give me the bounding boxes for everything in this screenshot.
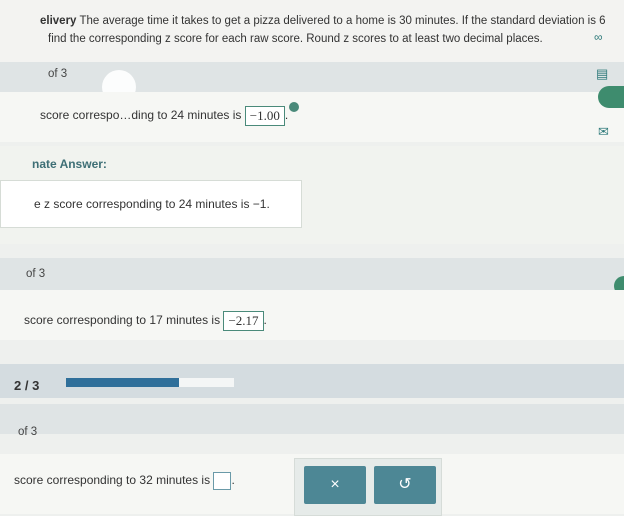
mail-icon[interactable]: ✉ bbox=[598, 124, 609, 140]
part2-answer-box[interactable]: −2.17 bbox=[223, 311, 264, 331]
part2-question: score corresponding to 17 minutes is −2.… bbox=[24, 311, 267, 331]
problem-statement: elivery The average time it takes to get… bbox=[0, 0, 624, 62]
part3-answer-input[interactable] bbox=[213, 472, 232, 490]
clipboard-icon[interactable]: ▤ bbox=[596, 66, 608, 82]
progress-fill bbox=[66, 378, 179, 387]
part1-answer-box[interactable]: −1.00 bbox=[244, 106, 285, 126]
undo-button[interactable]: ↺ bbox=[374, 466, 436, 504]
part3-label: of 3 bbox=[18, 426, 38, 438]
part3-header bbox=[0, 404, 624, 434]
problem-text-line2: find the corresponding z score for each … bbox=[48, 33, 543, 45]
alternate-text: e z score corresponding to 24 minutes is… bbox=[34, 197, 270, 211]
part3-question: score corresponding to 32 minutes is . bbox=[14, 472, 235, 490]
clear-button[interactable]: × bbox=[304, 466, 366, 504]
part1-question: score correspo…ding to 24 minutes is −1.… bbox=[40, 106, 288, 126]
progress-text: 2 / 3 bbox=[14, 378, 40, 393]
part2-label: of 3 bbox=[26, 268, 46, 280]
problem-text-line1: The average time it takes to get a pizza… bbox=[79, 15, 606, 27]
infinity-icon[interactable]: ∞ bbox=[594, 30, 603, 44]
check-icon bbox=[598, 86, 624, 108]
part2-statement: score corresponding to 17 minutes is bbox=[24, 313, 221, 328]
part1-header bbox=[0, 62, 624, 92]
alternate-heading: nate Answer: bbox=[32, 157, 107, 171]
progress-track bbox=[66, 378, 234, 387]
part2-header bbox=[0, 258, 624, 290]
part1-statement: score correspo…ding to 24 minutes is bbox=[40, 108, 242, 123]
problem-title: elivery bbox=[40, 15, 77, 27]
edit-badge-icon[interactable] bbox=[289, 102, 299, 112]
part3-statement: score corresponding to 32 minutes is bbox=[14, 473, 211, 488]
part1-label: of 3 bbox=[48, 68, 68, 80]
